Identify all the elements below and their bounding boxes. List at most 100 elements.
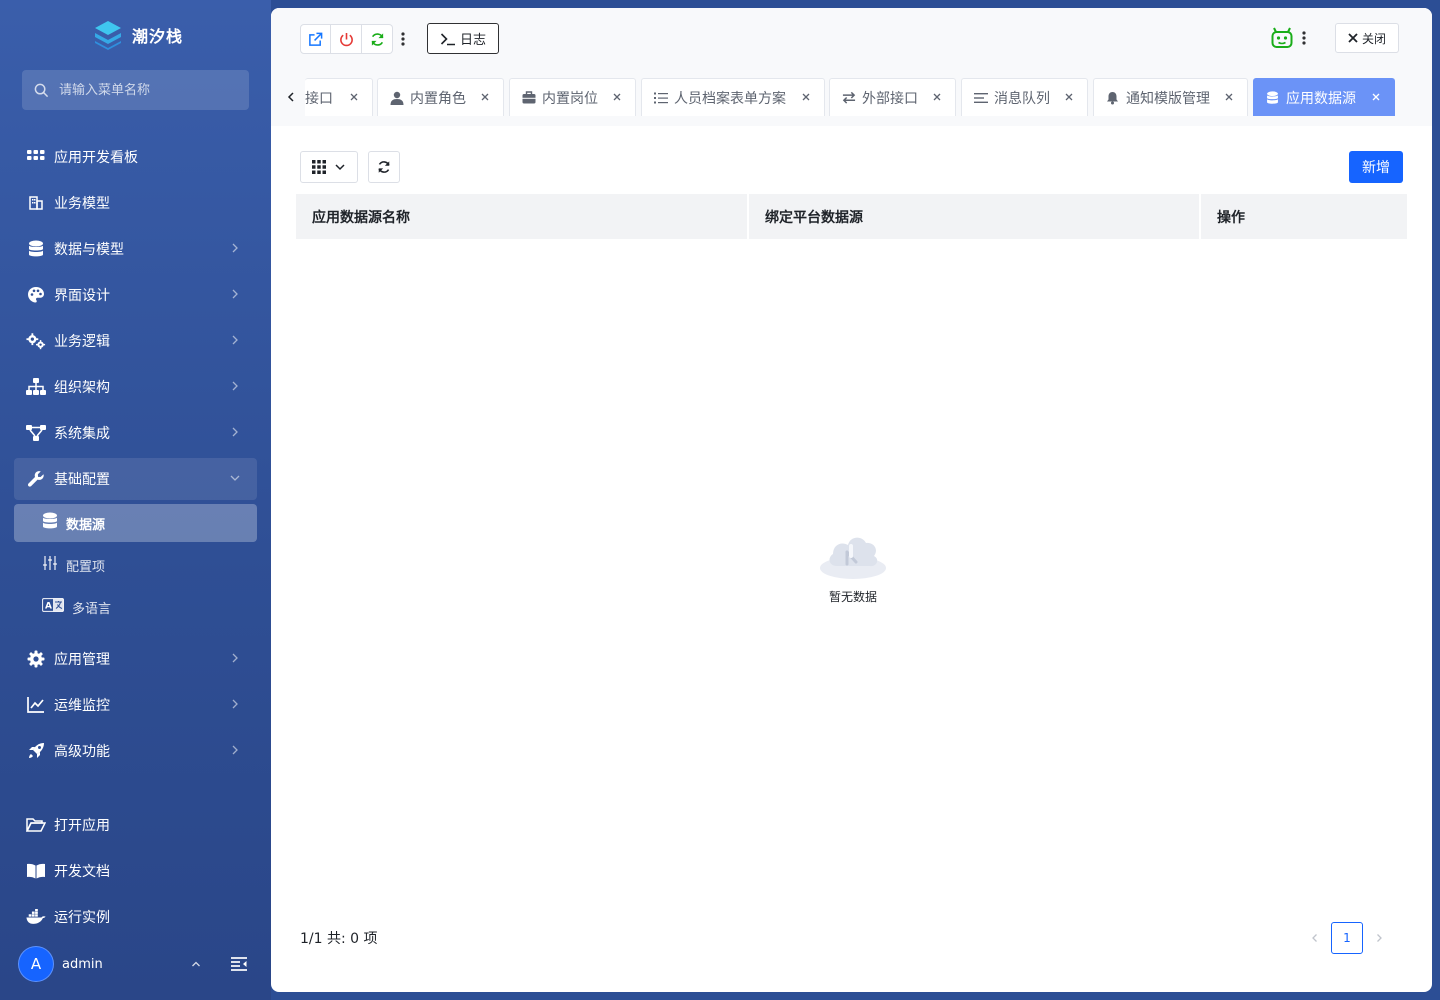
add-button[interactable]: 新增 — [1349, 151, 1403, 183]
nav-item-dashboard[interactable]: 应用开发看板 — [14, 136, 257, 178]
close-icon[interactable] — [1063, 91, 1075, 103]
brand-logo-icon — [95, 21, 121, 50]
nav-item-data-model[interactable]: 数据与模型 — [14, 228, 257, 270]
view-mode-dropdown[interactable] — [300, 151, 358, 183]
sub-item-language[interactable]: A 多语言 — [14, 588, 257, 626]
robot-icon[interactable] — [1270, 26, 1294, 50]
tab-app-datasource[interactable]: 应用数据源 — [1253, 78, 1395, 116]
tab-label: 接口 — [305, 90, 333, 107]
nav-item-label: 应用开发看板 — [54, 150, 138, 166]
assistant-more-button[interactable] — [1294, 23, 1314, 53]
chevron-left-icon — [1312, 934, 1317, 942]
bell-icon — [1106, 91, 1120, 105]
column-header-bound-source[interactable]: 绑定平台数据源 — [747, 194, 1199, 239]
prev-page-button[interactable] — [1309, 932, 1321, 944]
next-page-button[interactable] — [1373, 932, 1385, 944]
menu-search-input[interactable] — [59, 82, 239, 98]
nav-item-basic-config[interactable]: 基础配置 — [14, 458, 257, 500]
close-icon[interactable] — [1370, 91, 1382, 103]
user-name[interactable]: admin — [62, 957, 103, 972]
sub-item-label: 配置项 — [66, 559, 106, 575]
nav-item-label: 运维监控 — [54, 698, 110, 714]
nav-item-instances[interactable]: 运行实例 — [14, 896, 257, 938]
refresh-icon — [371, 32, 383, 46]
brand[interactable]: 潮汐栈 — [92, 18, 183, 52]
close-icon[interactable] — [800, 91, 812, 103]
close-button[interactable]: 关闭 — [1335, 23, 1399, 53]
nav-item-business-model[interactable]: 业务模型 — [14, 182, 257, 224]
gear-icon — [26, 649, 46, 669]
align-left-icon — [974, 91, 988, 105]
restart-button[interactable] — [362, 24, 393, 54]
sub-item-label: 数据源 — [66, 517, 106, 533]
close-button-label: 关闭 — [1361, 31, 1386, 46]
nav-item-ui-design[interactable]: 界面设计 — [14, 274, 257, 316]
more-actions-button[interactable] — [393, 24, 413, 54]
nav-item-label: 高级功能 — [54, 744, 110, 760]
column-header-actions[interactable]: 操作 — [1199, 194, 1407, 239]
nav-item-ops-monitoring[interactable]: 运维监控 — [14, 684, 257, 726]
avatar[interactable]: A — [18, 946, 54, 982]
database-icon — [1266, 90, 1280, 105]
nav-item-label: 应用管理 — [54, 652, 110, 668]
close-icon[interactable] — [479, 91, 491, 103]
sidebar: 潮汐栈 应用开发看板 业务模型 数据与模型 界面设计 业务逻辑 — [0, 0, 271, 1000]
collapse-sidebar-icon[interactable] — [230, 956, 248, 972]
nav-item-label: 打开应用 — [54, 818, 110, 834]
tab-builtin-positions[interactable]: 内置岗位 — [509, 78, 636, 116]
close-icon[interactable] — [931, 91, 943, 103]
nav-item-dev-docs[interactable]: 开发文档 — [14, 850, 257, 892]
refresh-list-button[interactable] — [368, 151, 400, 183]
palette-icon — [26, 285, 46, 305]
tab-builtin-roles[interactable]: 内置角色 — [377, 78, 504, 116]
chevron-up-icon[interactable] — [190, 958, 202, 970]
column-header-name[interactable]: 应用数据源名称 — [296, 194, 747, 239]
nav-item-advanced[interactable]: 高级功能 — [14, 730, 257, 772]
database-icon — [42, 512, 58, 534]
top-toolbar: 日志 关闭 — [271, 8, 1432, 70]
menu-search[interactable] — [22, 70, 249, 110]
nav-item-system-integration[interactable]: 系统集成 — [14, 412, 257, 454]
nav-item-org-structure[interactable]: 组织架构 — [14, 366, 257, 408]
close-icon[interactable] — [611, 91, 623, 103]
tab-label: 外部接口 — [862, 90, 918, 107]
chevron-left-icon[interactable] — [285, 90, 297, 104]
tab-external-api[interactable]: 外部接口 — [829, 78, 956, 116]
empty-text: 暂无数据 — [828, 590, 877, 604]
nav-item-app-management[interactable]: 应用管理 — [14, 638, 257, 680]
nav-item-open-app[interactable]: 打开应用 — [14, 804, 257, 846]
close-icon[interactable] — [1223, 91, 1235, 103]
nav-item-business-logic[interactable]: 业务逻辑 — [14, 320, 257, 362]
chevron-right-icon — [232, 699, 238, 709]
power-button[interactable] — [331, 24, 362, 54]
app-action-group — [300, 23, 413, 55]
sub-item-config[interactable]: 配置项 — [14, 546, 257, 584]
chevron-right-icon — [232, 745, 238, 755]
sub-item-label: 多语言 — [72, 601, 112, 617]
tab-message-queue[interactable]: 消息队列 — [961, 78, 1088, 116]
empty-state: 暂无数据 — [813, 528, 893, 605]
chevron-down-icon — [230, 475, 240, 481]
kebab-icon — [401, 32, 405, 46]
chevron-right-icon — [232, 335, 238, 345]
chevron-right-icon — [232, 289, 238, 299]
tab-label: 应用数据源 — [1286, 90, 1356, 107]
nav-item-label: 界面设计 — [54, 288, 110, 304]
org-chart-icon — [26, 377, 46, 397]
tab-interface[interactable]: 接口 — [305, 78, 373, 116]
pagination: 1 — [1309, 922, 1385, 954]
empty-cloud-icon — [820, 537, 886, 579]
nav-item-label: 系统集成 — [54, 426, 110, 442]
close-icon[interactable] — [348, 91, 360, 103]
search-icon — [34, 83, 49, 97]
page-number[interactable]: 1 — [1331, 922, 1363, 954]
gears-icon — [26, 331, 46, 351]
tab-notification-templates[interactable]: 通知模版管理 — [1093, 78, 1248, 116]
nav-item-label: 基础配置 — [54, 472, 110, 488]
page-tabs: 接口 内置角色 内置岗位 人员档案表单方案 外部接口 消息队列 通知模版管理 应… — [271, 70, 1432, 179]
log-button[interactable]: 日志 — [427, 23, 499, 54]
open-app-button[interactable] — [300, 24, 331, 54]
sub-item-data-source[interactable]: 数据源 — [14, 504, 257, 542]
tab-label: 通知模版管理 — [1126, 90, 1210, 107]
tab-personnel-forms[interactable]: 人员档案表单方案 — [641, 78, 825, 116]
